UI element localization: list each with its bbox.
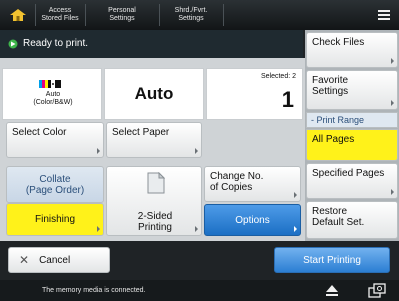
personal-settings-label-2: Settings <box>109 15 135 22</box>
paper-size-value: Auto <box>134 84 174 103</box>
personal-settings-label-1: Personal <box>108 7 136 14</box>
start-printing-label: Start Printing <box>303 254 361 266</box>
cancel-label: Cancel <box>39 254 71 266</box>
select-paper-label: Select Paper <box>112 127 170 138</box>
specified-pages-button[interactable]: Specified Pages <box>306 163 398 199</box>
copies-panel: Selected: 2 1 <box>206 68 303 120</box>
two-sided-printing-button[interactable]: 2-Sided Printing <box>106 166 202 236</box>
arrow-icon <box>391 58 394 64</box>
select-paper-button[interactable]: Select Paper <box>106 122 202 158</box>
color-mode-label-2: (Color/B&W) <box>33 99 73 106</box>
footer-message: The memory media is connected. <box>42 287 146 294</box>
check-files-label: Check Files <box>312 37 365 48</box>
status-monitor-button[interactable] <box>368 283 386 298</box>
restore-label-2: Default Set. <box>312 217 365 228</box>
shared-settings-label-1: Shrd./Fvrt. <box>174 7 208 14</box>
options-label: Options <box>235 214 270 226</box>
access-stored-files-button[interactable]: Access Stored Files <box>36 0 84 30</box>
separator <box>223 4 224 26</box>
finishing-label: Finishing <box>34 214 76 225</box>
document-icon <box>147 172 165 194</box>
check-files-button[interactable]: Check Files <box>306 32 398 68</box>
footer-bar: The memory media is connected. <box>0 280 399 301</box>
change-copies-label-2: of Copies <box>210 182 253 193</box>
arrow-icon <box>294 192 297 198</box>
all-pages-label: All Pages <box>312 134 355 145</box>
personal-settings-button[interactable]: Personal Settings <box>86 0 158 30</box>
collate-label-1: Collate <box>39 173 71 185</box>
color-mode-panel: Auto (Color/B&W) <box>2 68 102 120</box>
all-pages-button[interactable]: All Pages <box>306 129 398 161</box>
home-button[interactable] <box>0 0 35 30</box>
select-color-button[interactable]: Select Color <box>6 122 104 158</box>
arrow-icon <box>391 100 394 106</box>
favorite-settings-button[interactable]: Favorite Settings <box>306 70 398 110</box>
two-sided-label-2: Printing <box>138 222 172 233</box>
favorite-label-1: Favorite <box>312 75 349 86</box>
eject-icon <box>326 285 338 296</box>
change-copies-label-1: Change No. <box>210 171 264 182</box>
menu-button[interactable] <box>373 0 395 30</box>
print-range-label: Print Range <box>316 115 365 125</box>
options-button[interactable]: Options <box>204 204 301 236</box>
eject-button[interactable] <box>325 284 339 297</box>
arrow-icon <box>195 148 198 154</box>
collate-label-2: (Page Order) <box>25 184 85 196</box>
start-printing-button[interactable]: Start Printing <box>274 247 390 273</box>
two-sided-label-1: 2-Sided <box>137 211 173 222</box>
status-message: Ready to print. <box>8 38 88 49</box>
print-range-header: - Print Range <box>306 112 398 128</box>
change-number-of-copies-button[interactable]: Change No. of Copies <box>204 166 301 202</box>
specified-pages-label: Specified Pages <box>312 168 385 179</box>
arrow-icon <box>195 226 198 232</box>
copies-count: 1 <box>281 87 294 112</box>
ready-status-icon <box>8 39 18 48</box>
favorite-label-2: Settings <box>312 86 349 97</box>
top-bar: Access Stored Files Personal Settings Sh… <box>0 0 399 30</box>
status-monitor-icon <box>368 283 386 298</box>
shared-favorite-settings-button[interactable]: Shrd./Fvrt. Settings <box>160 0 222 30</box>
status-bar: Ready to print. <box>0 30 303 58</box>
close-icon: ✕ <box>19 253 30 267</box>
restore-default-settings-button[interactable]: Restore Default Set. <box>306 201 398 239</box>
arrow-icon <box>97 226 100 232</box>
access-stored-files-label-2: Stored Files <box>41 15 79 22</box>
arrow-icon <box>294 226 297 232</box>
arrow-icon <box>391 189 394 195</box>
access-stored-files-label-1: Access <box>48 7 72 14</box>
arrow-icon <box>97 148 100 154</box>
cancel-button[interactable]: ✕ Cancel <box>8 247 110 273</box>
finishing-button[interactable]: Finishing <box>6 203 104 236</box>
select-color-label: Select Color <box>12 127 67 138</box>
shared-settings-label-2: Settings <box>178 15 204 22</box>
restore-label-1: Restore <box>312 206 348 217</box>
selected-count: Selected: 2 <box>260 73 296 80</box>
status-text: Ready to print. <box>23 38 89 49</box>
color-mode-label-1: Auto <box>45 91 61 98</box>
hamburger-menu-icon <box>378 10 390 20</box>
paper-size-panel: Auto <box>104 68 204 120</box>
home-icon <box>9 9 26 21</box>
collate-page-order-button[interactable]: Collate (Page Order) <box>6 166 104 203</box>
